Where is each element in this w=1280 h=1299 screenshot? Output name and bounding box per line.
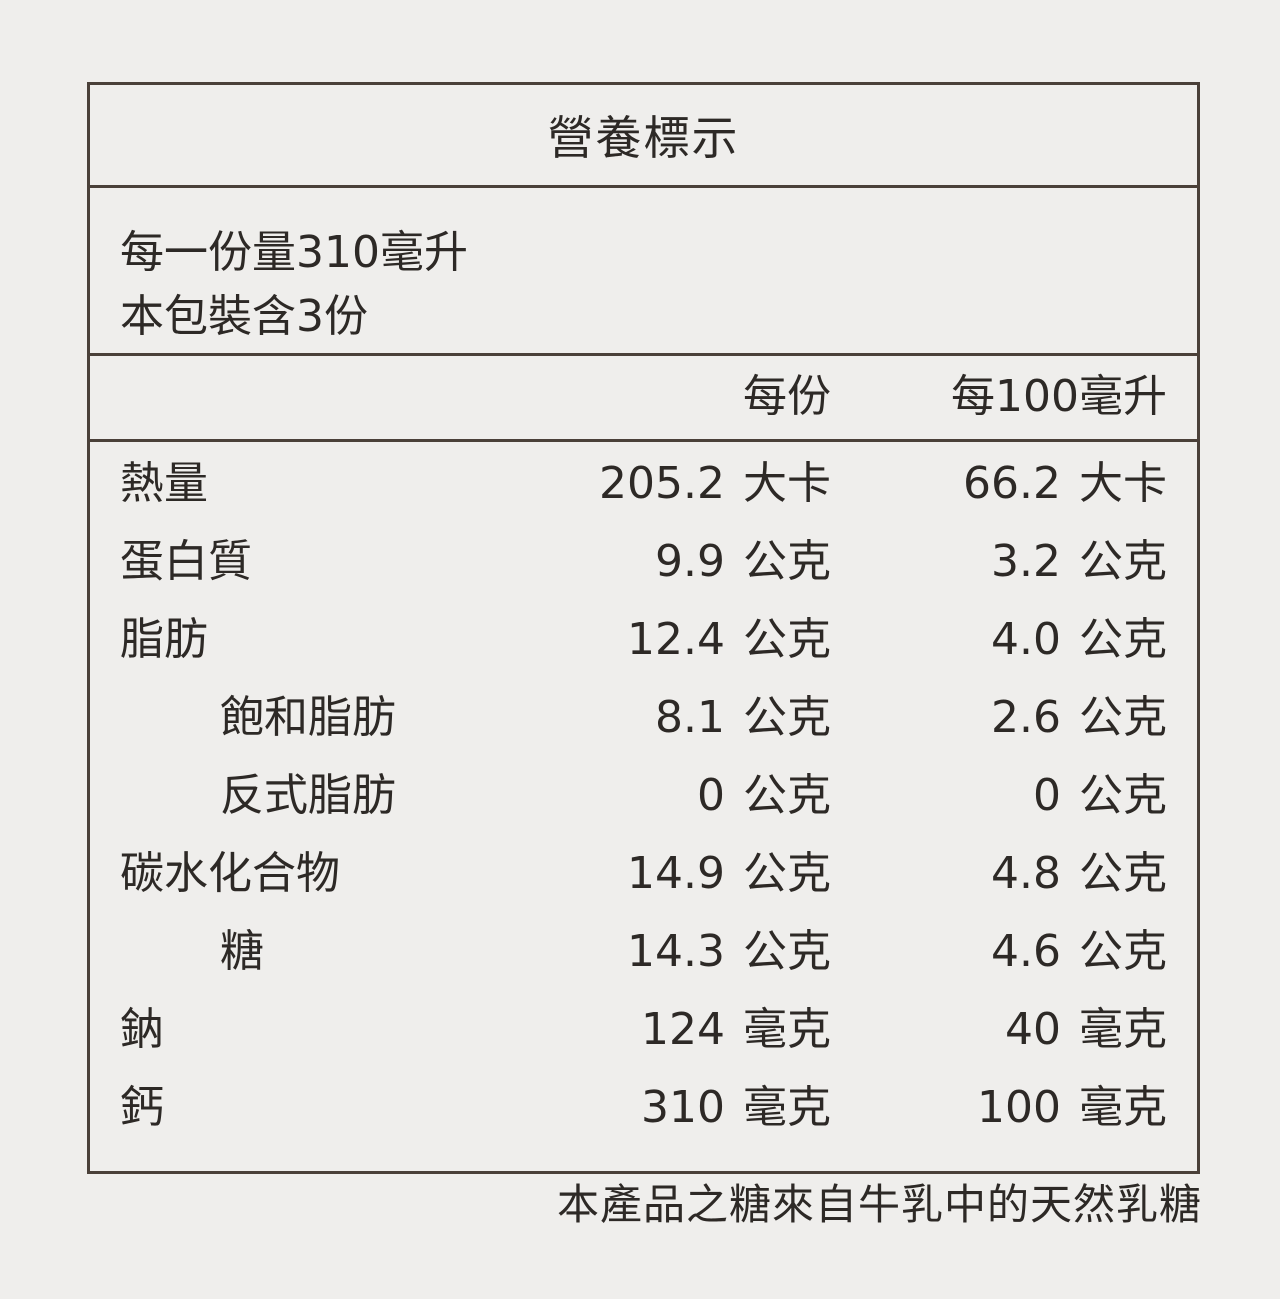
per-100-unit: 公克 — [1079, 536, 1167, 587]
nutrient-row-saturated-fat: 飽和脂肪 8.1 公克 2.6 公克 — [90, 676, 1197, 754]
nutrient-row-carbohydrate: 碳水化合物 14.9 公克 4.8 公克 — [90, 832, 1197, 910]
nutrient-row-energy: 熱量 205.2 大卡 66.2 大卡 — [90, 442, 1197, 520]
per-100-value: 100 毫克 — [977, 1086, 1167, 1130]
per-100-number: 0 — [1033, 770, 1061, 821]
per-serving-number: 124 — [641, 1004, 725, 1055]
per-serving-number: 12.4 — [627, 614, 725, 665]
per-serving-number: 14.3 — [627, 926, 725, 977]
nutrient-row-protein: 蛋白質 9.9 公克 3.2 公克 — [90, 520, 1197, 598]
nutrient-name: 脂肪 — [120, 614, 208, 665]
per-serving-value: 9.9 公克 — [655, 540, 831, 584]
per-100-value: 4.8 公克 — [991, 852, 1167, 896]
per-serving-unit: 毫克 — [743, 1082, 831, 1133]
nutrient-name: 糖 — [220, 926, 264, 977]
nutrient-name: 鈣 — [120, 1082, 164, 1133]
per-100-unit: 公克 — [1079, 848, 1167, 899]
per-serving-number: 0 — [697, 770, 725, 821]
per-100-number: 40 — [1005, 1004, 1061, 1055]
per-100-number: 4.8 — [991, 848, 1061, 899]
per-serving-unit: 公克 — [743, 614, 831, 665]
per-serving-number: 14.9 — [627, 848, 725, 899]
per-100-unit: 毫克 — [1079, 1082, 1167, 1133]
nutrient-name: 蛋白質 — [120, 536, 252, 587]
nutrient-row-sodium: 鈉 124 毫克 40 毫克 — [90, 988, 1197, 1066]
per-serving-value: 0 公克 — [697, 774, 831, 818]
serving-size: 每一份量310毫升 — [120, 227, 468, 278]
per-serving-unit: 公克 — [743, 770, 831, 821]
serving-info: 每一份量310毫升 本包裝含3份 — [90, 185, 1197, 356]
per-100-unit: 公克 — [1079, 692, 1167, 743]
per-100-number: 3.2 — [991, 536, 1061, 587]
per-serving-number: 310 — [641, 1082, 725, 1133]
nutrient-name: 熱量 — [120, 458, 208, 509]
per-100-value: 3.2 公克 — [991, 540, 1167, 584]
per-serving-unit: 公克 — [743, 536, 831, 587]
nutrient-row-calcium: 鈣 310 毫克 100 毫克 — [90, 1066, 1197, 1144]
per-100-number: 100 — [977, 1082, 1061, 1133]
per-100-number: 4.6 — [991, 926, 1061, 977]
per-100-value: 4.6 公克 — [991, 930, 1167, 974]
nutrient-name: 碳水化合物 — [120, 848, 340, 899]
per-serving-value: 124 毫克 — [641, 1008, 831, 1052]
per-100-number: 2.6 — [991, 692, 1061, 743]
per-serving-number: 9.9 — [655, 536, 725, 587]
per-100-number: 66.2 — [963, 458, 1061, 509]
nutrition-label: 營養標示 每一份量310毫升 本包裝含3份 每份 每100毫升 熱量 205.2… — [87, 82, 1200, 1174]
per-serving-value: 8.1 公克 — [655, 696, 831, 740]
per-serving-unit: 公克 — [743, 848, 831, 899]
column-header-row: 每份 每100毫升 — [90, 353, 1197, 442]
per-100-unit: 大卡 — [1079, 458, 1167, 509]
per-serving-unit: 公克 — [743, 692, 831, 743]
per-serving-value: 12.4 公克 — [627, 618, 831, 662]
nutrient-name: 鈉 — [120, 1004, 164, 1055]
per-100-value: 2.6 公克 — [991, 696, 1167, 740]
per-100-number: 4.0 — [991, 614, 1061, 665]
nutrient-row-fat: 脂肪 12.4 公克 4.0 公克 — [90, 598, 1197, 676]
per-serving-value: 14.9 公克 — [627, 852, 831, 896]
per-serving-value: 310 毫克 — [641, 1086, 831, 1130]
per-100-value: 40 毫克 — [1005, 1008, 1167, 1052]
per-100-value: 0 公克 — [1033, 774, 1167, 818]
nutrient-row-sugar: 糖 14.3 公克 4.6 公克 — [90, 910, 1197, 988]
per-serving-unit: 大卡 — [743, 458, 831, 509]
nutrient-name: 反式脂肪 — [220, 770, 396, 821]
per-serving-value: 14.3 公克 — [627, 930, 831, 974]
nutrient-row-trans-fat: 反式脂肪 0 公克 0 公克 — [90, 754, 1197, 832]
per-100-unit: 毫克 — [1079, 1004, 1167, 1055]
per-100-unit: 公克 — [1079, 770, 1167, 821]
column-header-per-100ml: 每100毫升 — [951, 371, 1167, 422]
label-title: 營養標示 — [90, 85, 1197, 188]
per-100-unit: 公克 — [1079, 926, 1167, 977]
per-100-value: 4.0 公克 — [991, 618, 1167, 662]
per-serving-unit: 公克 — [743, 926, 831, 977]
sugar-footnote: 本產品之糖來自牛乳中的天然乳糖 — [556, 1180, 1202, 1229]
per-serving-number: 8.1 — [655, 692, 725, 743]
nutrient-name: 飽和脂肪 — [220, 692, 396, 743]
column-header-per-serving: 每份 — [743, 371, 831, 422]
per-100-value: 66.2 大卡 — [963, 462, 1167, 506]
servings-per-package: 本包裝含3份 — [120, 291, 368, 342]
per-serving-unit: 毫克 — [743, 1004, 831, 1055]
per-100-unit: 公克 — [1079, 614, 1167, 665]
per-serving-value: 205.2 大卡 — [599, 462, 831, 506]
per-serving-number: 205.2 — [599, 458, 725, 509]
